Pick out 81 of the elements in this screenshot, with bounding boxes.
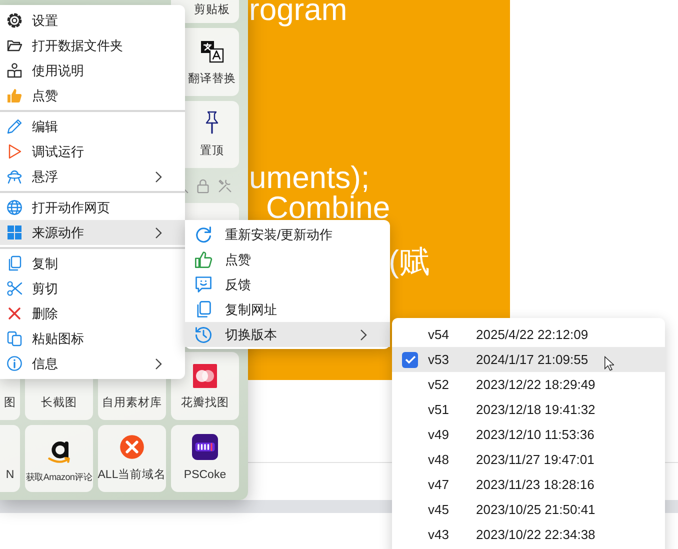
version-date: 2023/10/25 21:50:41 <box>476 500 596 519</box>
close-circle-icon <box>119 434 145 460</box>
tile-label: 获取Amazon评论 <box>26 470 92 484</box>
book-person-icon <box>6 62 23 79</box>
history-icon <box>194 325 213 344</box>
code-text: rogram <box>249 0 348 29</box>
version-label: v43 <box>428 526 450 544</box>
version-label: v47 <box>428 476 450 494</box>
paste-icon <box>6 330 23 347</box>
tile-label: PSCoke <box>184 468 226 483</box>
tools-icon <box>217 178 233 194</box>
version-item[interactable]: v48 2023/11/27 19:47:01 <box>392 447 665 472</box>
tile-label: ALL当前域名 <box>98 468 166 483</box>
version-date: 2023/12/10 11:53:36 <box>476 426 594 444</box>
version-label: v51 <box>428 400 450 419</box>
version-item[interactable]: v53 2024/1/17 21:09:55 <box>392 347 665 372</box>
menu-item[interactable]: 复制网址 <box>185 297 390 322</box>
version-item[interactable]: v43 2023/10/22 22:34:38 <box>392 522 665 547</box>
version-item[interactable]: v45 2023/10/25 21:50:41 <box>392 497 665 522</box>
version-item[interactable]: v52 2023/12/22 18:29:49 <box>392 372 665 397</box>
ufo-icon <box>6 168 23 185</box>
scissors-icon <box>6 280 23 297</box>
version-label: v53 <box>428 350 450 369</box>
mouse-cursor-icon <box>604 356 614 371</box>
pencil-icon <box>6 118 23 135</box>
checkbox[interactable] <box>402 352 418 368</box>
translate-icon <box>200 40 224 64</box>
version-item[interactable]: v49 2023/12/10 11:53:36 <box>392 422 665 447</box>
version-label: v45 <box>428 500 450 519</box>
chat-smile-icon <box>194 275 213 294</box>
play-icon <box>6 143 23 160</box>
globe-icon <box>6 199 23 216</box>
delete-icon <box>6 305 23 322</box>
tile-label: 自用素材库 <box>102 395 162 411</box>
thumbs-up-icon <box>194 250 213 269</box>
version-item[interactable]: v47 2023/11/23 18:28:16 <box>392 472 665 497</box>
version-item[interactable]: v54 2025/4/22 22:12:09 <box>392 322 665 347</box>
version-date: 2024/1/17 21:09:55 <box>476 350 588 369</box>
version-date: 2023/12/22 18:29:49 <box>476 376 596 394</box>
version-date: 2023/11/27 19:47:01 <box>476 450 594 469</box>
tile-label: 花瓣找图 <box>181 395 229 411</box>
version-date: 2023/12/18 19:41:32 <box>476 400 596 419</box>
version-date: 2023/11/23 18:28:16 <box>476 476 594 494</box>
app-tile[interactable]: ALL当前域名 <box>98 425 166 492</box>
menu-item[interactable]: 删除 <box>0 301 185 326</box>
version-label: v52 <box>428 376 450 394</box>
menu-item[interactable]: 粘贴图标 <box>0 326 185 351</box>
menu-item[interactable]: 反馈 <box>185 272 390 297</box>
refresh-icon <box>194 225 213 244</box>
menu-item[interactable]: 点赞 <box>185 247 390 272</box>
app-tile[interactable]: N <box>0 425 20 492</box>
copy-icon <box>194 300 213 319</box>
copy-icon <box>6 255 23 272</box>
version-date: 2023/10/22 22:34:38 <box>476 526 596 544</box>
tile-label: 图 <box>4 396 16 411</box>
menu-item[interactable]: 重新安装/更新动作 <box>185 222 390 247</box>
menu-item[interactable]: 打开动作网页 <box>0 195 185 220</box>
version-item[interactable]: v51 2023/12/18 19:41:32 <box>392 397 665 422</box>
settings-icon <box>6 12 23 29</box>
tile-label: N <box>6 468 14 483</box>
info-icon <box>6 355 23 372</box>
lock-icon <box>195 178 211 194</box>
version-date: 2025/4/22 22:12:09 <box>476 326 588 344</box>
app-tile[interactable]: PSCoke <box>171 425 239 492</box>
tile-label: 长截图 <box>41 396 77 411</box>
version-label: v49 <box>428 426 450 444</box>
tile-label: 剪贴板 <box>194 2 230 18</box>
menu-item[interactable]: 切换版本 <box>185 322 390 347</box>
grid-icon <box>6 224 23 241</box>
flower-icon <box>193 364 217 388</box>
version-label: v48 <box>428 450 450 469</box>
tile-label: 翻译替换 <box>188 72 236 87</box>
tile-label: 置顶 <box>200 144 224 159</box>
thumbs-up-icon <box>6 87 23 104</box>
app-tile[interactable]: 获取Amazon评论 <box>25 425 93 492</box>
app-logo-icon <box>192 434 218 460</box>
menu-item[interactable]: 来源动作 <box>0 220 185 245</box>
version-label: v54 <box>428 326 450 344</box>
menu-item[interactable]: 复制 <box>0 251 185 276</box>
app-tile[interactable]: 花瓣找图 <box>171 352 239 420</box>
menu-item[interactable]: 剪切 <box>0 276 185 301</box>
